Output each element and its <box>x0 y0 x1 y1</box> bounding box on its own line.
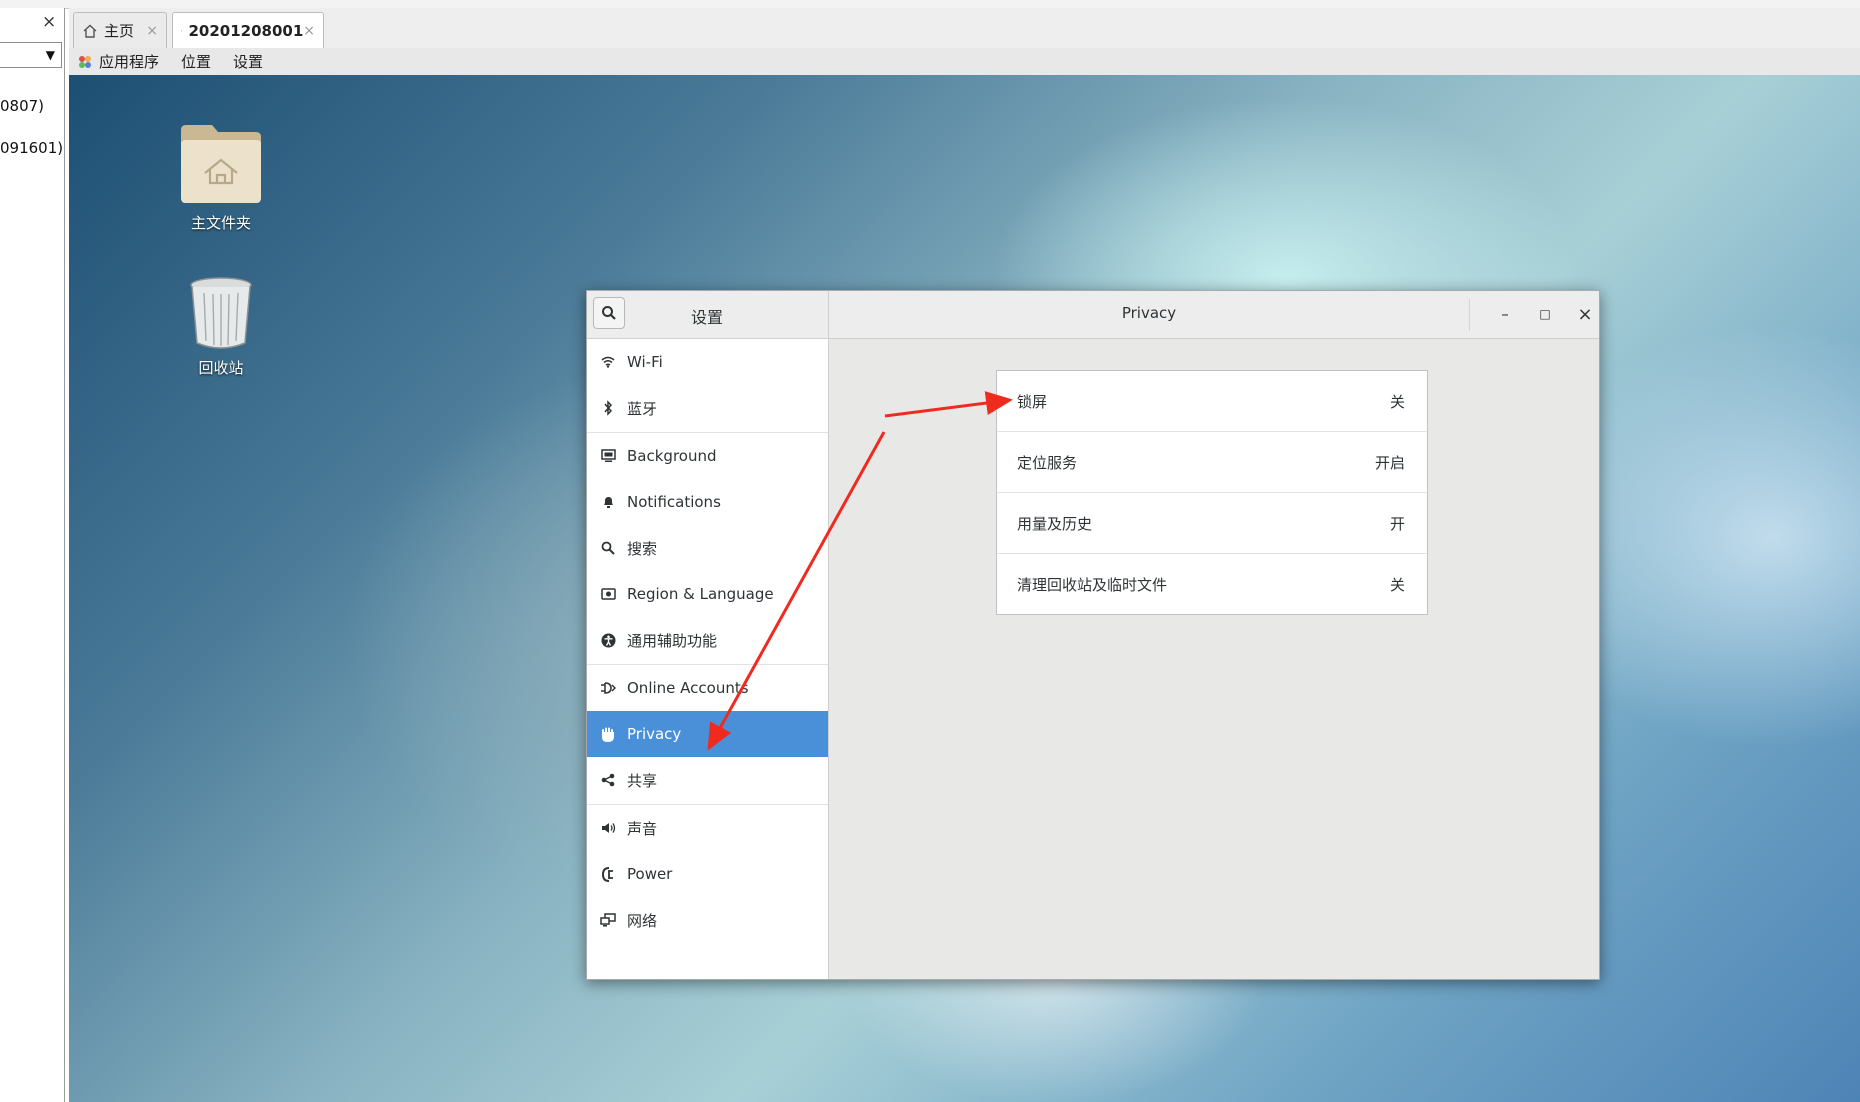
privacy-row-usage-history[interactable]: 用量及历史 开 <box>997 493 1427 554</box>
close-icon[interactable]: × <box>146 23 158 39</box>
host-close-button[interactable]: × <box>42 12 56 32</box>
share-icon <box>600 772 616 788</box>
search-button[interactable] <box>593 297 625 329</box>
accessibility-icon <box>600 632 616 648</box>
host-list-item[interactable]: 091601) <box>0 139 63 157</box>
desktop-home-folder[interactable]: 主文件夹 <box>171 120 271 233</box>
sidebar-item-label: Background <box>627 447 717 465</box>
close-button[interactable]: × <box>1573 302 1597 326</box>
privacy-panel: 锁屏 关 定位服务 开启 用量及历史 开 清理回收站及临时文件 关 <box>996 370 1428 615</box>
privacy-row-location[interactable]: 定位服务 开启 <box>997 432 1427 493</box>
sidebar-item-sound[interactable]: 声音 <box>587 805 828 851</box>
sidebar-item-bluetooth[interactable]: 蓝牙 <box>587 385 828 431</box>
maximize-icon: □ <box>1539 307 1551 321</box>
sidebar-item-label: 声音 <box>627 819 658 838</box>
menu-places[interactable]: 位置 <box>181 51 211 72</box>
privacy-row-value: 关 <box>1389 576 1405 594</box>
sidebar-item-privacy[interactable]: Privacy <box>587 711 828 757</box>
tab-vm[interactable]: 20201208001 × <box>172 12 324 48</box>
menu-settings[interactable]: 设置 <box>233 51 263 72</box>
sidebar-item-region[interactable]: Region & Language <box>587 571 828 617</box>
privacy-row-lock-screen[interactable]: 锁屏 关 <box>997 371 1427 432</box>
sidebar-item-label: Online Accounts <box>627 679 749 697</box>
privacy-row-value: 开 <box>1389 514 1405 533</box>
page-title: Privacy <box>1121 304 1177 322</box>
sidebar-item-background[interactable]: Background <box>587 433 828 479</box>
online-accounts-icon <box>600 680 616 696</box>
hand-icon <box>600 726 616 742</box>
tab-vm-label: 20201208001 <box>188 21 304 40</box>
speaker-icon <box>600 820 616 836</box>
sidebar-item-search[interactable]: 搜索 <box>587 525 828 571</box>
apps-icon <box>79 55 91 68</box>
vm-tab-bar: 主页 × 20201208001 × <box>69 8 1860 49</box>
home-icon <box>83 24 97 38</box>
sidebar-item-label: Notifications <box>627 493 721 511</box>
privacy-row-label: 定位服务 <box>1017 453 1078 472</box>
settings-title: 设置 <box>691 308 724 327</box>
close-icon: × <box>1577 303 1593 325</box>
settings-header-left: 设置 <box>587 291 829 339</box>
network-icon <box>600 912 616 928</box>
sidebar-item-power[interactable]: Power <box>587 851 828 897</box>
maximize-button[interactable]: □ <box>1533 302 1557 326</box>
trash-icon <box>190 277 252 349</box>
search-icon <box>602 306 616 320</box>
sidebar-item-network[interactable]: 网络 <box>587 897 828 943</box>
desktop-trash[interactable]: 回收站 <box>171 275 271 378</box>
vm-icon <box>181 29 183 32</box>
sidebar-item-notifications[interactable]: Notifications <box>587 479 828 525</box>
host-list-item[interactable]: 0807) <box>0 97 44 115</box>
minimize-button[interactable]: – <box>1493 302 1517 326</box>
privacy-row-value: 关 <box>1389 392 1405 411</box>
wifi-icon <box>600 354 616 370</box>
settings-window: 设置 Privacy – □ × Wi-Fi 蓝牙 Background Not… <box>586 290 1600 980</box>
sidebar-item-sharing[interactable]: 共享 <box>587 757 828 803</box>
sidebar-item-wifi[interactable]: Wi-Fi <box>587 339 828 385</box>
search-icon <box>600 540 616 556</box>
sidebar-item-label: 蓝牙 <box>627 399 658 418</box>
close-icon[interactable]: × <box>303 23 315 39</box>
settings-header-right: Privacy – □ × <box>829 291 1599 339</box>
sidebar-item-label: 搜索 <box>627 539 658 558</box>
privacy-row-label: 用量及历史 <box>1017 514 1093 533</box>
privacy-row-purge-trash[interactable]: 清理回收站及临时文件 关 <box>997 554 1427 615</box>
sidebar-item-label: 共享 <box>627 771 658 790</box>
sidebar-item-label: Wi-Fi <box>627 353 663 371</box>
tab-home[interactable]: 主页 × <box>73 12 167 48</box>
menu-applications[interactable]: 应用程序 <box>99 51 159 72</box>
sidebar-item-label: Privacy <box>627 725 682 743</box>
sidebar-item-label: 网络 <box>627 911 658 930</box>
privacy-row-label: 锁屏 <box>1017 392 1048 411</box>
header-divider <box>1469 299 1470 331</box>
settings-sidebar: Wi-Fi 蓝牙 Background Notifications 搜索 Reg… <box>587 339 829 979</box>
tab-home-label: 主页 <box>104 22 135 40</box>
sidebar-item-accessibility[interactable]: 通用辅助功能 <box>587 617 828 663</box>
sidebar-item-label: Region & Language <box>627 585 774 603</box>
home-folder-icon <box>181 125 261 203</box>
host-dropdown[interactable]: ▼ <box>0 42 62 68</box>
region-icon <box>600 586 616 602</box>
desktop-home-folder-label: 主文件夹 <box>190 214 251 232</box>
host-sidebar: × ▼ 0807) 091601) <box>0 8 65 1102</box>
privacy-row-label: 清理回收站及临时文件 <box>1017 576 1168 594</box>
background-icon <box>600 448 616 464</box>
privacy-row-value: 开启 <box>1374 453 1405 472</box>
desktop-trash-label: 回收站 <box>198 359 244 377</box>
sidebar-item-label: Power <box>627 865 673 883</box>
sidebar-item-label: 通用辅助功能 <box>627 631 718 650</box>
sidebar-item-online-accounts[interactable]: Online Accounts <box>587 665 828 711</box>
bluetooth-icon <box>600 400 616 416</box>
bell-icon <box>600 494 616 510</box>
gnome-top-bar: 应用程序 位置 设置 <box>69 48 1860 76</box>
power-icon <box>600 866 616 882</box>
minimize-icon: – <box>1501 305 1509 323</box>
chevron-down-icon: ▼ <box>45 48 55 62</box>
